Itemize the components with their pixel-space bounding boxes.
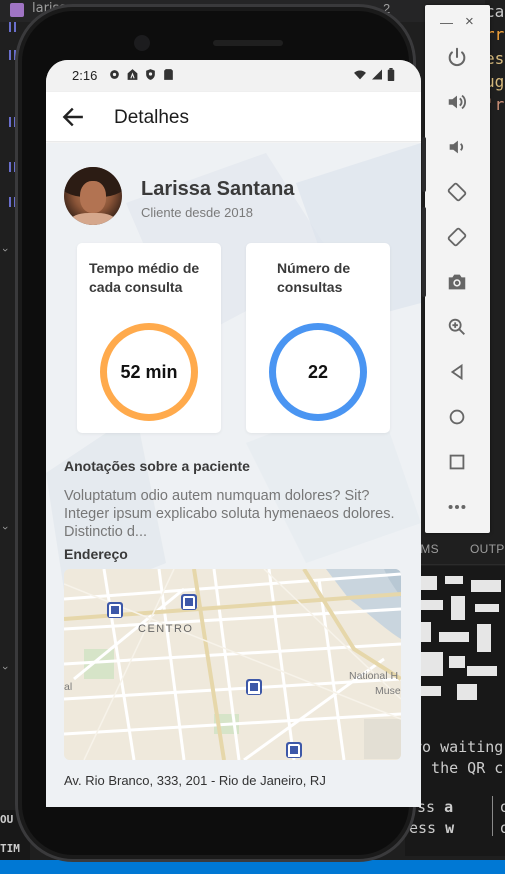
speaker-grille — [213, 40, 283, 46]
patient-name: Larissa Santana — [141, 178, 295, 200]
map-label-centro: CENTRO — [138, 623, 194, 635]
transit-station-icon[interactable] — [246, 679, 262, 695]
camera-icon — [448, 274, 466, 290]
qr-code — [467, 666, 497, 676]
side-button — [422, 137, 426, 192]
map-label-poi: National H — [349, 670, 399, 682]
notification-icons — [108, 68, 175, 81]
details-content[interactable]: Larissa Santana Cliente desde 2018 Tempo… — [46, 143, 421, 807]
divider — [492, 796, 493, 836]
overview-button[interactable] — [443, 448, 471, 476]
sd-card-icon — [164, 69, 173, 80]
screenshot-button[interactable] — [443, 268, 471, 296]
transit-station-icon[interactable] — [181, 594, 197, 610]
terminal-line: ess w — [409, 819, 455, 837]
side-button — [422, 207, 426, 297]
minimize-button[interactable]: — — [440, 15, 453, 30]
settings-icon — [110, 70, 119, 79]
patient-since: Cliente desde 2018 — [141, 205, 254, 220]
power-icon — [448, 47, 466, 67]
battery-icon — [387, 68, 395, 81]
terminal-line: ope — [500, 819, 505, 837]
signal-icon — [372, 69, 382, 80]
stat-value: 22 — [307, 361, 329, 382]
volume-down-button[interactable] — [443, 133, 471, 161]
stat-title: Número de consultas — [277, 260, 351, 295]
qr-code — [475, 604, 499, 612]
phone-frame: 2:16 Detalhes Larissa Santana Cliente de… — [15, 4, 426, 862]
volume-down-icon — [449, 140, 464, 154]
back-icon — [450, 363, 463, 381]
terminal-line: n the QR c — [413, 759, 504, 777]
terminal-line: ro waiting — [413, 738, 504, 756]
qr-code — [477, 624, 491, 652]
front-camera — [134, 35, 150, 51]
home-icon — [449, 409, 465, 425]
average-time-ring: 52 min — [100, 323, 198, 421]
gutter-marker — [9, 22, 16, 32]
stat-value: 52 min — [120, 361, 178, 382]
panel-tab-bar: EMS OUTP — [410, 535, 505, 565]
stat-title: Tempo médio de cada consulta — [89, 260, 200, 295]
android-status-bar: 2:16 — [46, 60, 421, 92]
transit-station-icon[interactable] — [286, 742, 302, 758]
rotate-right-button[interactable] — [443, 223, 471, 251]
rotate-left-icon — [447, 182, 467, 202]
assistant-icon — [127, 69, 138, 80]
average-time-card: Tempo médio de cada consulta 52 min — [77, 243, 221, 433]
qr-code — [439, 632, 469, 642]
chevron-right-icon[interactable]: › — [0, 526, 11, 530]
notes-title: Anotações sobre a paciente — [64, 458, 250, 474]
app-header: Detalhes — [46, 92, 421, 142]
qr-code — [421, 652, 443, 676]
image-file-icon — [10, 3, 24, 17]
map-streets — [64, 569, 401, 760]
qr-code — [451, 596, 465, 620]
wifi-icon — [354, 70, 366, 80]
terminal-line: ope — [500, 798, 505, 816]
back-arrow-icon[interactable] — [60, 104, 86, 130]
tab-output[interactable]: OUTP — [470, 542, 505, 556]
home-button[interactable] — [443, 403, 471, 431]
address-map[interactable]: CENTRO National H Muse al — [64, 569, 401, 760]
overview-icon — [449, 454, 465, 470]
editor-status-bar — [0, 860, 505, 874]
qr-code — [449, 656, 465, 668]
panel-label: OU — [0, 813, 14, 826]
more-icon — [448, 504, 466, 510]
rotate-right-icon — [447, 227, 467, 247]
app-screen: 2:16 Detalhes Larissa Santana Cliente de… — [46, 60, 421, 807]
emulator-toolbar: — × — [425, 5, 490, 533]
status-time: 2:16 — [72, 68, 98, 83]
rotate-left-button[interactable] — [443, 178, 471, 206]
zoom-button[interactable] — [443, 313, 471, 341]
panel-label: TIM — [0, 842, 20, 855]
chevron-right-icon[interactable]: › — [0, 666, 11, 670]
volume-up-icon — [448, 94, 466, 110]
avatar — [64, 167, 122, 225]
address-title: Endereço — [64, 546, 128, 562]
system-icons — [353, 68, 395, 81]
qr-code — [457, 684, 477, 700]
chevron-right-icon[interactable]: › — [0, 248, 11, 252]
back-button[interactable] — [443, 358, 471, 386]
consultations-card: Número de consultas 22 — [246, 243, 390, 433]
map-label-poi: Muse — [375, 685, 401, 697]
page-title: Detalhes — [114, 107, 189, 128]
more-button[interactable] — [443, 493, 471, 521]
map-label-poi: al — [64, 681, 73, 693]
zoom-icon — [448, 318, 465, 335]
qr-code — [445, 576, 463, 584]
address-text: Av. Rio Branco, 333, 201 - Rio de Janeir… — [64, 773, 326, 788]
close-button[interactable]: × — [465, 13, 474, 30]
consultations-ring: 22 — [269, 323, 367, 421]
qr-code — [471, 580, 501, 592]
volume-up-button[interactable] — [443, 88, 471, 116]
transit-station-icon[interactable] — [107, 602, 123, 618]
shield-icon — [146, 69, 155, 80]
terminal-line: ss a — [417, 798, 454, 816]
power-button[interactable] — [443, 43, 471, 71]
notes-text: Voluptatum odio autem numquam dolores? S… — [64, 488, 395, 540]
